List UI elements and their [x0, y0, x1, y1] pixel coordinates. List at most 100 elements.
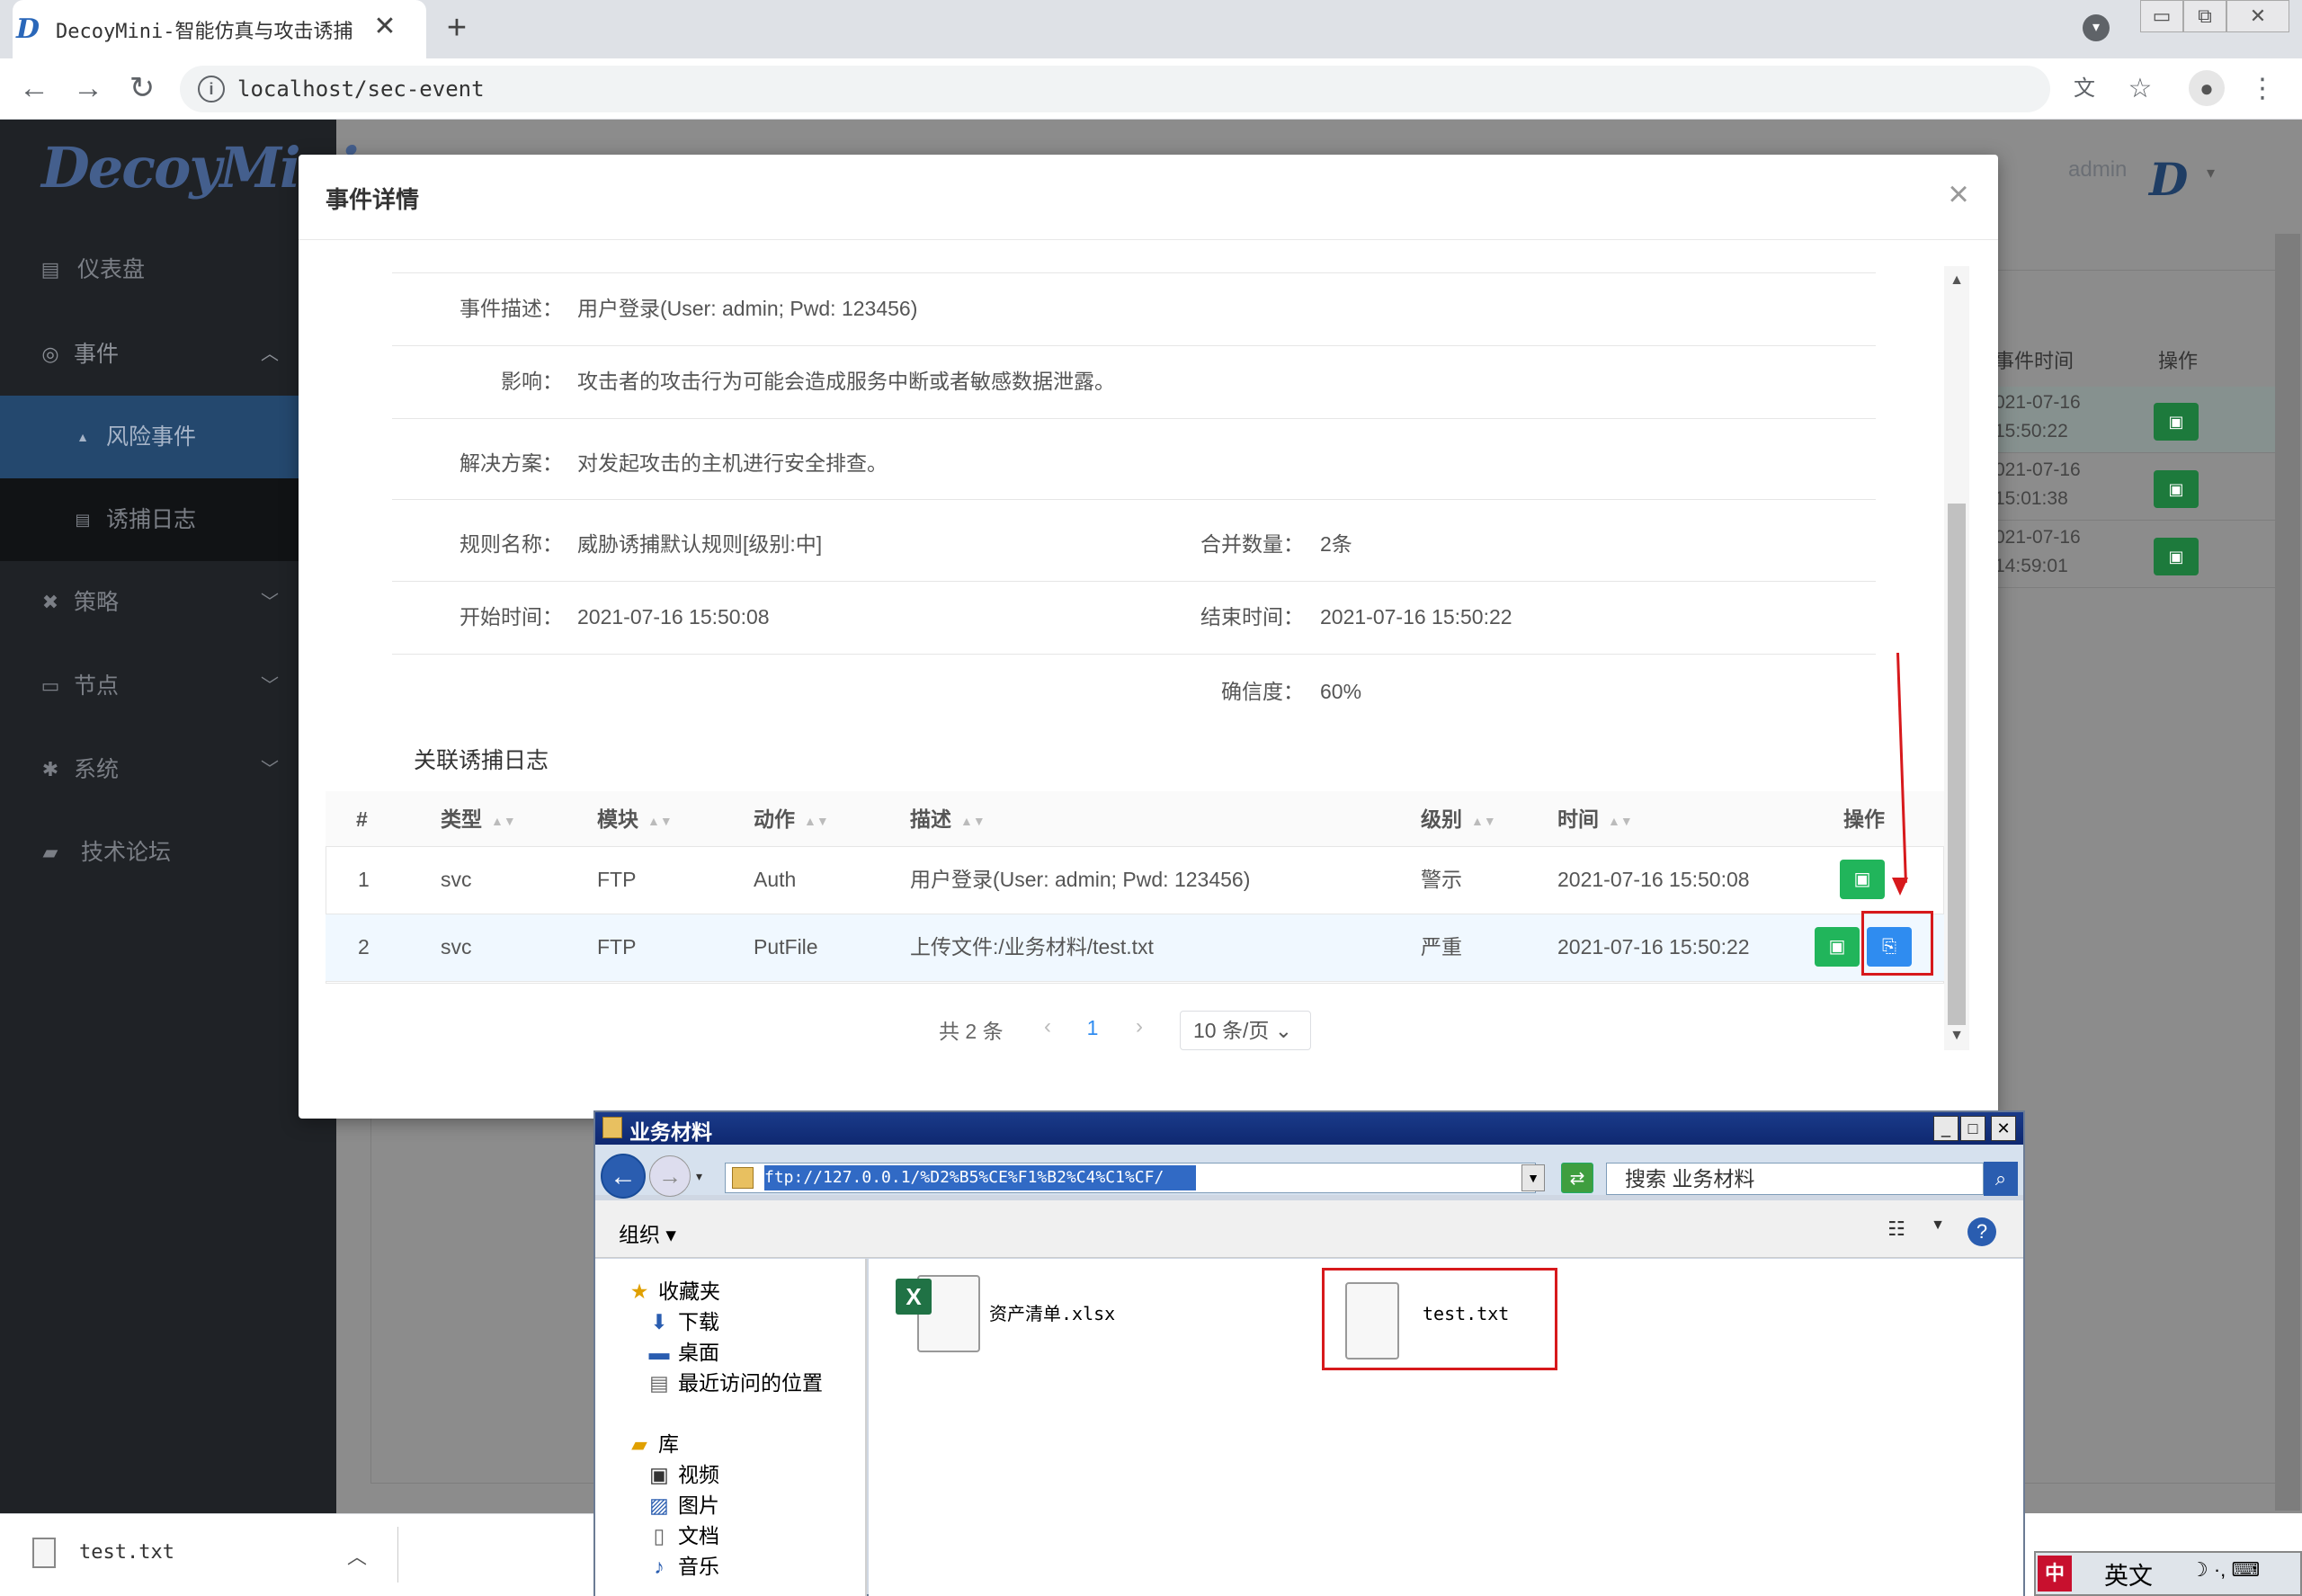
tab-close-icon[interactable]: ✕: [369, 11, 401, 43]
history-dropdown-icon[interactable]: ▾: [696, 1169, 714, 1187]
window-close-button[interactable]: ✕: [2226, 0, 2289, 32]
bg-table-row[interactable]: 021-07-16 14:59:01 ▣: [1987, 522, 2284, 588]
forward-arrow-icon[interactable]: →: [649, 1155, 691, 1197]
back-arrow-icon[interactable]: ←: [16, 70, 52, 106]
scroll-up-icon[interactable]: ▲: [1946, 270, 1967, 291]
video-icon: ▣: [649, 1463, 669, 1486]
explorer-nav-pane: [595, 1259, 867, 1596]
search-icon[interactable]: ⌕: [1984, 1162, 2018, 1196]
sidebar-item-system[interactable]: ✱ 系统 ﹀: [0, 728, 336, 811]
page-size-select[interactable]: 10 条/页 ⌄: [1180, 1011, 1311, 1050]
sort-icon[interactable]: ▲▼: [647, 807, 673, 834]
url-text[interactable]: localhost/sec-event: [237, 75, 777, 103]
annotation-arrow-head: [1892, 878, 1908, 896]
library-icon: ▰: [631, 1432, 647, 1456]
back-arrow-icon[interactable]: ←: [601, 1154, 646, 1199]
download-file-name[interactable]: test.txt: [79, 1541, 214, 1568]
close-icon[interactable]: ×: [1941, 176, 1976, 212]
nav-music[interactable]: ♪ 音乐: [647, 1552, 719, 1581]
address-dropdown-icon[interactable]: ▼: [1521, 1164, 1545, 1191]
ime-option-icons[interactable]: ☽ ·, ⌨: [2190, 1558, 2298, 1589]
organize-button[interactable]: 组织 ▾: [619, 1217, 709, 1246]
sidebar-item-nodes[interactable]: ▭ 节点 ﹀: [0, 645, 336, 727]
view-detail-button[interactable]: ▣: [1815, 927, 1860, 967]
explorer-maximize-button[interactable]: □: [1960, 1116, 1985, 1141]
sort-icon[interactable]: ▲▼: [1608, 807, 1633, 834]
modal-scroll-thumb[interactable]: [1948, 504, 1966, 1025]
sort-icon[interactable]: ▲▼: [491, 807, 516, 834]
col-module[interactable]: 模块 ▲▼: [597, 806, 673, 833]
star-icon[interactable]: ☆: [2122, 71, 2158, 107]
tab-search-icon[interactable]: ▾: [2083, 14, 2110, 41]
scroll-down-icon[interactable]: ▼: [1946, 1025, 1967, 1047]
nav-libraries[interactable]: ▰ 库: [628, 1430, 679, 1458]
explorer-search-input[interactable]: 搜索 业务材料: [1606, 1163, 1984, 1195]
account-icon[interactable]: ●: [2189, 70, 2225, 106]
view-button[interactable]: ▣: [2154, 403, 2199, 441]
caret-down-icon[interactable]: ▾: [2207, 164, 2225, 185]
sort-icon[interactable]: ▲▼: [804, 807, 829, 834]
view-button[interactable]: ▣: [2154, 470, 2199, 508]
sidebar-item-trap-logs[interactable]: ▤ 诱捕日志: [0, 478, 336, 561]
nav-label: 下载: [678, 1310, 719, 1333]
pager-next-icon[interactable]: ›: [1126, 1014, 1153, 1043]
view-dropdown-icon[interactable]: ▼: [1923, 1217, 1953, 1244]
modal-title: 事件详情: [326, 186, 420, 213]
explorer-close-button[interactable]: ✕: [1991, 1116, 2016, 1141]
new-tab-button[interactable]: +: [439, 11, 475, 47]
explorer-minimize-button[interactable]: _: [1933, 1116, 1958, 1141]
view-detail-button[interactable]: ▣: [1840, 860, 1885, 899]
bg-table-row[interactable]: 021-07-16 15:50:22 ▣: [1987, 387, 2284, 453]
col-desc[interactable]: 描述 ▲▼: [910, 806, 986, 833]
sidebar-item-policy[interactable]: ✖ 策略 ﹀: [0, 561, 336, 644]
bg-table-row[interactable]: 021-07-16 15:01:38 ▣: [1987, 454, 2284, 521]
col-level[interactable]: 级别 ▲▼: [1421, 806, 1496, 833]
view-options-icon[interactable]: ☷: [1881, 1217, 1912, 1244]
desktop-icon: ▬: [648, 1341, 670, 1364]
window-minimize-button[interactable]: ▭: [2140, 0, 2183, 32]
pager-prev-icon[interactable]: ‹: [1034, 1014, 1061, 1043]
file-name[interactable]: 资产清单.xlsx: [989, 1300, 1115, 1327]
address-text[interactable]: ftp://127.0.0.1/%D2%B5%CE%F1%B2%C4%C1%CF…: [764, 1165, 1196, 1190]
help-icon[interactable]: ?: [1967, 1217, 1996, 1246]
page-scrollbar[interactable]: [2275, 234, 2300, 1511]
user-name[interactable]: admin: [2068, 157, 2158, 193]
col-action-label: 动作: [754, 807, 795, 831]
info-icon[interactable]: i: [198, 76, 225, 103]
impact-label: 影响：: [501, 370, 563, 393]
sort-icon[interactable]: ▲▼: [960, 807, 986, 834]
folder-icon: [602, 1117, 622, 1138]
forward-arrow-icon[interactable]: →: [70, 70, 106, 106]
ime-logo-icon[interactable]: 中: [2038, 1556, 2072, 1592]
ime-mode[interactable]: 英文: [2104, 1556, 2176, 1590]
window-restore-button[interactable]: ⧉: [2183, 0, 2226, 32]
translate-icon[interactable]: 文: [2066, 71, 2102, 107]
sidebar-item-risk-events[interactable]: ▲ 风险事件: [0, 396, 336, 478]
nav-documents[interactable]: ▯ 文档: [647, 1521, 719, 1550]
sidebar-item-forum[interactable]: ▰ 技术论坛: [0, 811, 336, 894]
refresh-icon[interactable]: ⇄: [1561, 1163, 1593, 1193]
nav-downloads[interactable]: ⬇ 下载: [647, 1307, 719, 1336]
sidebar-item-dashboard[interactable]: ▤ 仪表盘: [0, 228, 336, 311]
col-action[interactable]: 动作 ▲▼: [754, 806, 829, 833]
sidebar-item-label: 事件: [74, 342, 120, 367]
dashboard-icon: ▤: [40, 258, 60, 281]
view-button[interactable]: ▣: [2154, 538, 2199, 575]
pager-page-1[interactable]: 1: [1079, 1016, 1106, 1045]
more-vert-icon[interactable]: ⋮: [2244, 71, 2280, 107]
nav-favorites[interactable]: ★ 收藏夹: [628, 1277, 720, 1306]
col-type[interactable]: 类型 ▲▼: [441, 806, 516, 833]
target-icon: ◎: [41, 343, 59, 365]
user-avatar-logo[interactable]: D: [2149, 153, 2203, 206]
sort-icon[interactable]: ▲▼: [1471, 807, 1496, 834]
sidebar-item-events[interactable]: ◎ 事件 ︿: [0, 313, 336, 396]
reload-icon[interactable]: ↻: [124, 70, 160, 106]
nav-recent[interactable]: ▤ 最近访问的位置: [647, 1369, 823, 1397]
table-header: [326, 791, 1944, 847]
col-time[interactable]: 时间 ▲▼: [1557, 806, 1633, 833]
chevron-up-icon[interactable]: ︿: [347, 1541, 370, 1568]
nav-videos[interactable]: ▣ 视频: [647, 1460, 719, 1489]
nav-pictures[interactable]: ▨ 图片: [647, 1491, 719, 1520]
divider: [392, 418, 1876, 419]
nav-desktop[interactable]: ▬ 桌面: [647, 1338, 720, 1367]
